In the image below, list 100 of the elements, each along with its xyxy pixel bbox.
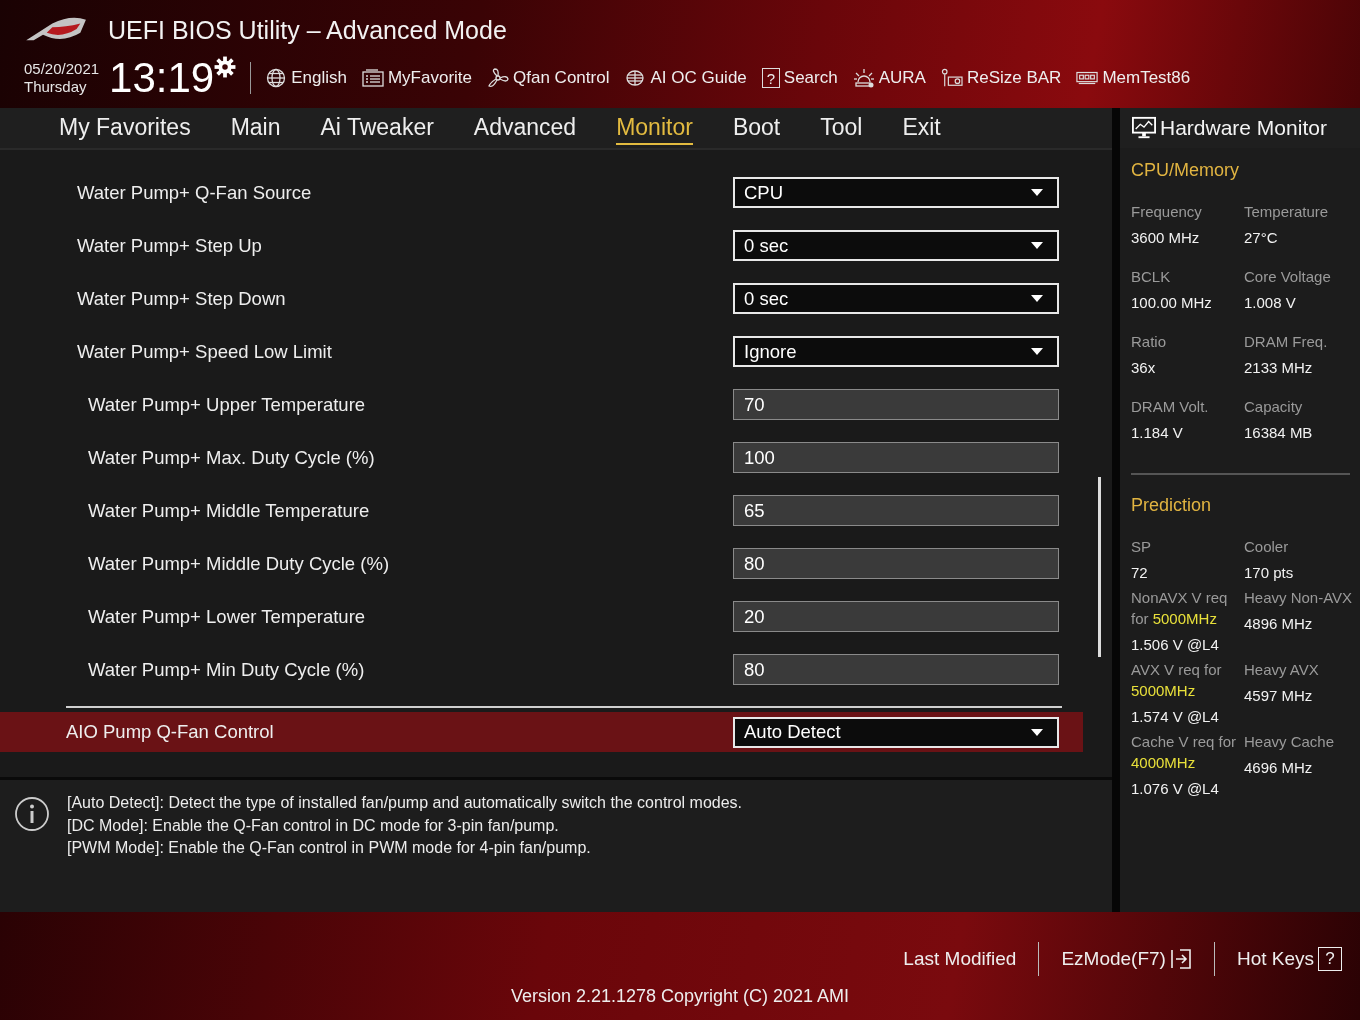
setting-label: Water Pump+ Max. Duty Cycle (%): [87, 446, 375, 469]
dropdown[interactable]: 0 sec: [733, 230, 1059, 261]
toolbar-button[interactable]: ReSize BAR: [940, 68, 1062, 88]
setting-row[interactable]: Water Pump+ Step Down 0 sec: [0, 272, 1112, 325]
toolbar-button[interactable]: AI OC Guide: [624, 68, 747, 88]
menu-tab[interactable]: Monitor: [616, 111, 693, 145]
clock-time: 13:19: [109, 54, 215, 102]
dropdown[interactable]: Auto Detect: [733, 716, 1059, 748]
number-field[interactable]: 80: [733, 548, 1059, 579]
number-field[interactable]: 100: [733, 442, 1059, 473]
hot-keys-button[interactable]: Hot Keys ?: [1236, 947, 1342, 971]
setting-row[interactable]: Water Pump+ Q-Fan Source CPU: [0, 166, 1112, 219]
toolbar-button[interactable]: MyFavorite: [361, 68, 473, 88]
setting-row[interactable]: Water Pump+ Step Up 0 sec: [0, 219, 1112, 272]
reading-label: Core Voltage: [1244, 267, 1332, 287]
number-field[interactable]: 20: [733, 601, 1059, 632]
reading-label: DRAM Freq.: [1244, 332, 1329, 352]
toolbar-button[interactable]: Qfan Control: [487, 68, 610, 88]
reading-label: Heavy Cache: [1244, 732, 1336, 752]
reading-value: 1.008 V: [1244, 294, 1297, 311]
dropdown[interactable]: Ignore: [733, 336, 1059, 367]
light-icon: [852, 68, 875, 88]
number-field[interactable]: 70: [733, 389, 1059, 420]
setting-label: Water Pump+ Upper Temperature: [87, 393, 366, 416]
reading-value: 3600 MHz: [1131, 229, 1201, 246]
scrollbar[interactable]: [1098, 477, 1101, 657]
weekday-text: Thursday: [24, 78, 88, 96]
date-text: 05/20/2021: [24, 60, 100, 78]
reading-value: 1.574 V @L4: [1131, 708, 1220, 725]
ez-mode-button[interactable]: EzMode(F7): [1061, 948, 1192, 970]
dropdown[interactable]: CPU: [733, 177, 1059, 208]
number-field[interactable]: 80: [733, 654, 1059, 685]
reading-value: 170 pts: [1244, 564, 1295, 581]
setting-label: Water Pump+ Middle Duty Cycle (%): [87, 552, 390, 575]
toolbar-button[interactable]: ? Search: [761, 68, 838, 88]
reading-label: Temperature: [1244, 202, 1330, 222]
exit-icon: [1169, 949, 1192, 969]
caret-icon: [1031, 242, 1043, 249]
window-title: UEFI BIOS Utility – Advanced Mode: [108, 15, 507, 45]
caret-icon: [1031, 728, 1043, 736]
setting-row[interactable]: Water Pump+ Middle Temperature 65: [0, 484, 1112, 537]
reading-value: 27°C: [1244, 229, 1279, 246]
help-icon: ?: [1318, 947, 1342, 971]
setting-label: Water Pump+ Min Duty Cycle (%): [87, 658, 365, 681]
monitor-title: Hardware Monitor: [1160, 116, 1327, 140]
menu-tab[interactable]: Tool: [820, 111, 863, 145]
reading-label: Capacity: [1244, 397, 1304, 417]
setting-row[interactable]: Water Pump+ Lower Temperature 20: [0, 590, 1112, 643]
number-field[interactable]: 65: [733, 495, 1059, 526]
menu-tab[interactable]: Exit: [902, 111, 941, 145]
last-modified-button[interactable]: Last Modified: [903, 948, 1017, 970]
card-icon: [940, 68, 963, 88]
setting-row[interactable]: Water Pump+ Upper Temperature 70: [0, 378, 1112, 431]
version-text: Version 2.21.1278 Copyright (C) 2021 AMI: [509, 986, 851, 1007]
reading-value: 1.506 V @L4: [1131, 636, 1220, 653]
settings-icon[interactable]: [214, 56, 237, 78]
reading-value: 4896 MHz: [1244, 615, 1314, 632]
reading-label: NonAVX V req for 5000MHz: [1131, 588, 1229, 629]
setting-row[interactable]: Water Pump+ Middle Duty Cycle (%) 80: [0, 537, 1112, 590]
reading-label: Ratio: [1131, 332, 1168, 352]
reading-value: 100.00 MHz: [1131, 294, 1213, 311]
section-title: Prediction: [1131, 495, 1213, 516]
setting-row[interactable]: Water Pump+ Max. Duty Cycle (%) 100: [0, 431, 1112, 484]
caret-icon: [1031, 295, 1043, 302]
setting-row[interactable]: Water Pump+ Min Duty Cycle (%) 80: [0, 643, 1112, 696]
dropdown[interactable]: 0 sec: [733, 283, 1059, 314]
caret-icon: [1031, 189, 1043, 196]
menu-tab[interactable]: Boot: [732, 111, 781, 145]
setting-label: Water Pump+ Middle Temperature: [87, 499, 370, 522]
reading-value: 16384 MB: [1244, 424, 1314, 441]
toolbar-button[interactable]: English: [265, 68, 347, 88]
setting-label: AIO Pump Q-Fan Control: [66, 721, 274, 743]
section-title: CPU/Memory: [1131, 160, 1240, 181]
menu-tab[interactable]: Main: [230, 111, 281, 145]
menu-tab[interactable]: My Favorites: [59, 111, 191, 145]
setting-row[interactable]: Water Pump+ Speed Low Limit Ignore: [0, 325, 1112, 378]
reading-label: Cache V req for 4000MHz: [1131, 732, 1238, 773]
reading-value: 72: [1131, 564, 1149, 581]
reading-label: AVX V req for 5000MHz: [1131, 660, 1223, 701]
setting-label: Water Pump+ Step Up: [77, 234, 262, 257]
selected-setting-row[interactable]: AIO Pump Q-Fan Control Auto Detect: [0, 712, 1083, 752]
globe-icon: [265, 68, 288, 88]
reading-value: 36x: [1131, 359, 1157, 376]
toolbar-button[interactable]: AURA: [852, 68, 926, 88]
chip-icon: [624, 68, 647, 88]
reading-value: 1.076 V @L4: [1131, 780, 1220, 797]
reading-value: 4696 MHz: [1244, 759, 1314, 776]
menu-tab[interactable]: Ai Tweaker: [320, 111, 434, 145]
reading-value: 1.184 V: [1131, 424, 1184, 441]
reading-label: BCLK: [1131, 267, 1172, 287]
caret-icon: [1031, 348, 1043, 355]
reading-label: DRAM Volt.: [1131, 397, 1210, 417]
menu-tab[interactable]: Advanced: [473, 111, 577, 145]
setting-label: Water Pump+ Step Down: [77, 287, 286, 310]
toolbar-button[interactable]: MemTest86: [1076, 68, 1191, 88]
help-text: [DC Mode]: Enable the Q-Fan control in DC mode for 3-pin fan/pump.: [67, 815, 560, 836]
help-text: [PWM Mode]: Enable the Q-Fan control in PWM mode for 4-pin fan/pump.: [67, 838, 592, 858]
list-icon: [361, 68, 384, 88]
help-icon: ?: [761, 68, 780, 88]
setting-label: Water Pump+ Q-Fan Source: [77, 181, 312, 204]
